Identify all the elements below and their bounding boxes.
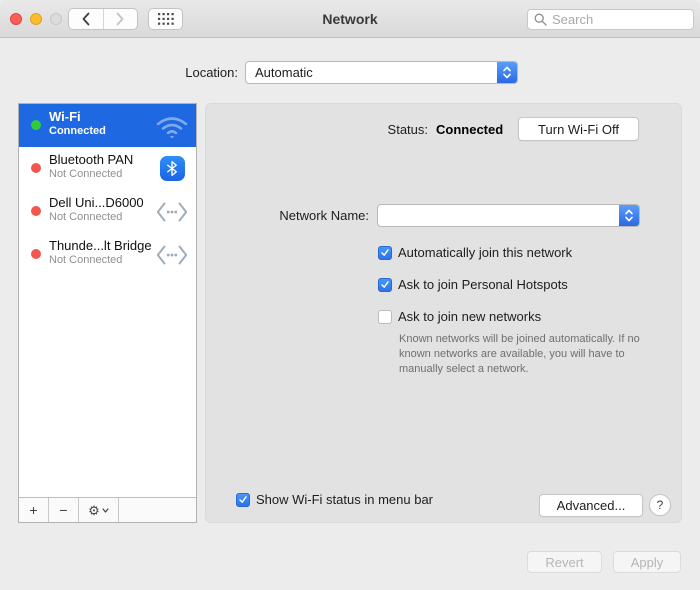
status-dot-red — [31, 206, 41, 216]
sidebar-item-wifi[interactable]: Wi-Fi Connected — [19, 104, 196, 147]
search-field[interactable]: Search — [527, 9, 694, 30]
location-label: Location: — [185, 65, 238, 80]
close-button[interactable] — [10, 13, 22, 25]
search-icon — [534, 13, 547, 26]
status-value: Connected — [436, 122, 504, 137]
bluetooth-icon — [153, 147, 191, 190]
add-interface-button[interactable]: + — [19, 498, 49, 522]
status-dot-red — [31, 249, 41, 259]
zoom-button[interactable] — [50, 13, 62, 25]
popup-stepper-icon — [497, 62, 517, 83]
show-all-grid-icon — [157, 13, 174, 25]
personal-hotspots-checkbox-row[interactable]: Ask to join Personal Hotspots — [378, 277, 568, 292]
interface-status: Connected — [49, 125, 106, 137]
sidebar-item-thunderbolt-bridge[interactable]: Thunde...lt Bridge Not Connected — [19, 233, 196, 276]
sidebar-toolbar: + − ⚙ — [19, 497, 196, 522]
interface-status: Not Connected — [49, 211, 123, 223]
ethernet-adapter-icon — [153, 190, 191, 233]
sidebar-item-bluetooth-pan[interactable]: Bluetooth PAN Not Connected — [19, 147, 196, 190]
minimize-button[interactable] — [30, 13, 42, 25]
show-all-button[interactable] — [148, 8, 183, 30]
action-menu-button[interactable]: ⚙ — [79, 498, 119, 522]
checkbox-label: Ask to join new networks — [398, 309, 542, 324]
back-chevron-icon — [82, 12, 90, 26]
status-dot-green — [31, 120, 41, 130]
known-networks-helper-text: Known networks will be joined automatica… — [399, 333, 640, 375]
interface-name: Bluetooth PAN — [49, 152, 134, 167]
apply-button[interactable]: Apply — [613, 551, 681, 573]
titlebar: Network Search — [0, 0, 700, 38]
status-dot-red — [31, 163, 41, 173]
location-dropdown[interactable]: Automatic — [245, 61, 518, 84]
checkbox-checked-icon[interactable] — [378, 277, 392, 292]
wifi-settings-panel: Status: Connected Turn Wi-Fi Off Network… — [205, 103, 682, 523]
remove-interface-button[interactable]: − — [49, 498, 79, 522]
gear-icon: ⚙ — [88, 502, 100, 518]
interface-name: Thunde...lt Bridge — [49, 238, 152, 253]
nav-segmented-control — [68, 8, 138, 30]
checkbox-label: Automatically join this network — [398, 245, 573, 260]
network-name-label: Network Name: — [279, 208, 369, 223]
network-preferences-window: Network Search Location: Automatic Wi-Fi… — [0, 0, 700, 590]
interface-list: Wi-Fi Connected Bluetooth PAN Not Connec… — [18, 103, 197, 523]
checkbox-label: Ask to join Personal Hotspots — [398, 277, 568, 292]
checkbox-label: Show Wi-Fi status in menu bar — [256, 492, 434, 507]
checkbox-checked-icon[interactable] — [378, 245, 392, 260]
location-value: Automatic — [255, 65, 313, 80]
popup-stepper-icon — [619, 205, 639, 226]
interface-status: Not Connected — [49, 168, 123, 180]
network-name-dropdown[interactable] — [377, 204, 640, 227]
interface-status: Not Connected — [49, 254, 123, 266]
wifi-icon — [153, 104, 191, 147]
search-placeholder: Search — [552, 12, 594, 27]
ethernet-adapter-icon — [153, 233, 191, 276]
auto-join-checkbox-row[interactable]: Automatically join this network — [378, 245, 572, 260]
status-label: Status: — [387, 122, 428, 137]
interface-name: Wi-Fi — [49, 109, 81, 124]
new-networks-checkbox-row[interactable]: Ask to join new networks — [378, 309, 541, 324]
chevron-down-icon — [102, 507, 109, 513]
menu-bar-status-checkbox-row[interactable]: Show Wi-Fi status in menu bar — [236, 492, 433, 507]
forward-chevron-icon — [116, 12, 124, 26]
advanced-button[interactable]: Advanced... — [539, 494, 643, 517]
turn-wifi-off-button[interactable]: Turn Wi-Fi Off — [518, 117, 639, 141]
back-button[interactable] — [69, 9, 104, 29]
checkbox-checked-icon[interactable] — [236, 492, 250, 507]
forward-button[interactable] — [104, 9, 138, 29]
interface-name: Dell Uni...D6000 — [49, 195, 144, 210]
checkbox-unchecked-icon[interactable] — [378, 309, 392, 324]
help-button[interactable]: ? — [649, 494, 671, 516]
sidebar-item-dell-dock[interactable]: Dell Uni...D6000 Not Connected — [19, 190, 196, 233]
revert-button[interactable]: Revert — [527, 551, 602, 573]
